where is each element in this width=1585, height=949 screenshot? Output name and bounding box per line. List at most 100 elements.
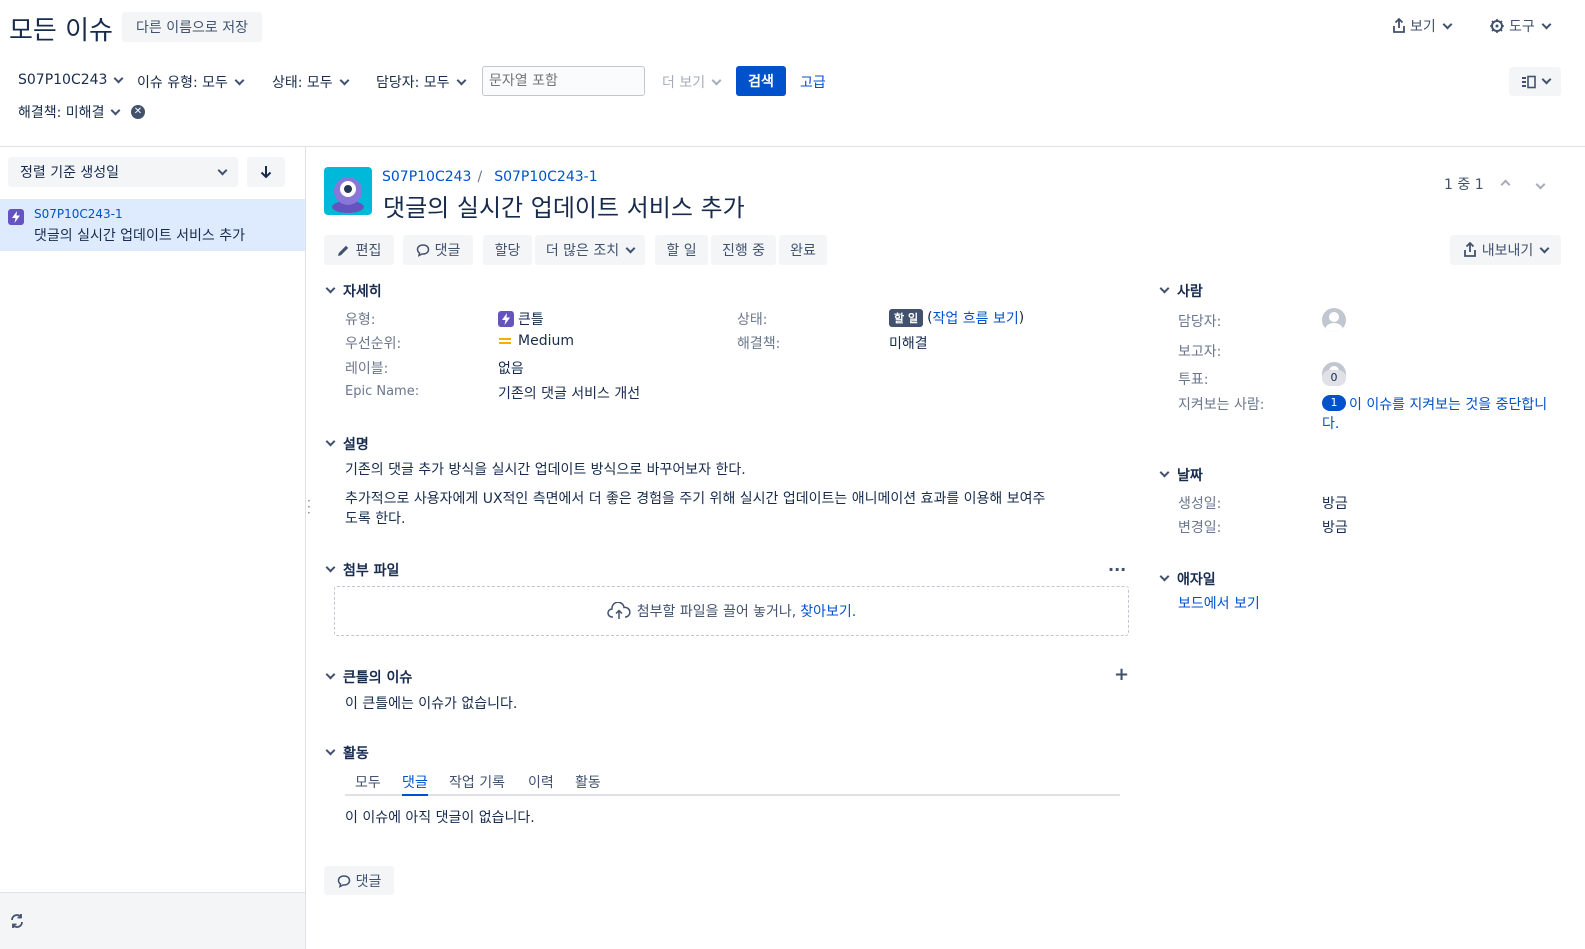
export-button[interactable]: 내보내기 xyxy=(1450,235,1561,265)
search-button[interactable]: 검색 xyxy=(736,66,786,96)
arrow-down-icon xyxy=(260,166,272,179)
status-filter[interactable]: 상태: 모두 xyxy=(272,72,350,92)
reporter-label: 보고자: xyxy=(1178,344,1222,360)
assignee-filter[interactable]: 담당자: 모두 xyxy=(376,72,467,92)
activity-tabs: 모두 댓글 작업 기록 이력 활동 xyxy=(345,772,1120,796)
comment-icon xyxy=(416,244,429,257)
more-filters[interactable]: 더 보기 xyxy=(662,72,722,92)
previous-issue-button[interactable] xyxy=(1500,176,1514,190)
dates-section-toggle[interactable]: 날짜 xyxy=(1159,465,1203,485)
watchers-label: 지켜보는 사람: xyxy=(1178,397,1265,413)
view-on-board-link[interactable]: 보드에서 보기 xyxy=(1178,593,1260,613)
export-label: 내보내기 xyxy=(1481,243,1534,259)
watchers-badge[interactable]: 1 xyxy=(1322,395,1346,411)
attachments-more-icon[interactable]: ··· xyxy=(1108,560,1126,579)
share-icon xyxy=(1393,18,1405,33)
epic-issues-empty: 이 큰틀에는 이슈가 없습니다. xyxy=(345,696,518,712)
description-section-title: 설명 xyxy=(343,437,369,453)
tab-work-log[interactable]: 작업 기록 xyxy=(449,772,505,792)
created-label: 생성일: xyxy=(1178,496,1222,512)
status-filter-label: 상태: 모두 xyxy=(272,75,333,91)
details-section-title: 자세히 xyxy=(343,284,382,300)
sidebar-footer xyxy=(0,892,305,949)
sort-label: 정렬 기준 생성일 xyxy=(20,165,120,181)
dropzone-text: 첨부할 파일을 끌어 놓거나, xyxy=(636,604,797,620)
votes-badge[interactable]: 0 xyxy=(1322,370,1346,386)
pencil-icon xyxy=(337,245,348,256)
pager-text: 1 중 1 xyxy=(1444,177,1484,193)
agile-section-toggle[interactable]: 애자일 xyxy=(1159,569,1216,589)
project-avatar xyxy=(324,167,372,215)
more-filters-label: 더 보기 xyxy=(662,75,706,91)
labels-label: 레이블: xyxy=(345,361,389,377)
in-progress-button[interactable]: 진행 중 xyxy=(711,235,776,265)
comment-icon xyxy=(337,874,350,888)
sort-dropdown[interactable]: 정렬 기준 생성일 xyxy=(8,157,238,187)
agile-section-title: 애자일 xyxy=(1177,572,1216,588)
assign-button[interactable]: 할당 xyxy=(483,235,532,265)
resize-handle[interactable]: · · · xyxy=(307,495,311,519)
epic-icon xyxy=(8,209,24,225)
tab-activity[interactable]: 활동 xyxy=(575,772,601,792)
sort-direction-button[interactable] xyxy=(247,157,285,187)
type-value: 큰틀 xyxy=(498,309,544,329)
priority-value-text: Medium xyxy=(518,333,574,349)
votes-label: 투표: xyxy=(1178,372,1209,388)
stop-watching-link[interactable]: 이 이슈를 지켜보는 것을 중단합니 xyxy=(1349,394,1547,414)
priority-medium-icon xyxy=(499,338,511,344)
project-filter[interactable]: S07P10C243 xyxy=(18,72,124,88)
tab-comments[interactable]: 댓글 xyxy=(402,772,428,796)
resolution-filter[interactable]: 해결책: 미해결 xyxy=(18,102,121,122)
status-label: 상태: xyxy=(737,312,768,328)
resolution-filter-label: 해결책: 미해결 xyxy=(18,105,105,121)
comment-label: 댓글 xyxy=(434,243,461,259)
view-workflow-link[interactable]: 작업 흐름 보기 xyxy=(933,308,1019,328)
tab-all[interactable]: 모두 xyxy=(355,772,381,792)
attachment-dropzone[interactable]: 첨부할 파일을 끌어 놓거나, 찾아보기. xyxy=(334,586,1129,636)
view-button[interactable]: 보기 xyxy=(1392,16,1453,36)
epic-name-value: 기존의 댓글 서비스 개선 xyxy=(498,386,641,402)
list-item-key[interactable]: S07P10C243-1 xyxy=(34,207,123,221)
details-section-toggle[interactable]: 자세히 xyxy=(325,281,382,301)
cloud-upload-icon xyxy=(607,602,631,619)
stop-watching-link-wrap[interactable]: 다. xyxy=(1322,413,1339,433)
assignee-label: 담당자: xyxy=(1178,314,1222,330)
epic-name-label: Epic Name: xyxy=(345,384,420,399)
breadcrumb-project[interactable]: S07P10C243 xyxy=(382,169,471,185)
layout-switcher-button[interactable] xyxy=(1509,67,1561,96)
breadcrumb-separator: / xyxy=(477,169,483,185)
attachments-section-toggle[interactable]: 첨부 파일 xyxy=(325,560,399,580)
issue-type-filter[interactable]: 이슈 유형: 모두 xyxy=(137,72,245,92)
browse-files-link[interactable]: 찾아보기. xyxy=(800,601,856,621)
description-paragraph-2-line-1: 추가적으로 사용자에게 UX적인 측면에서 더 좋은 경험을 주기 위해 실시간… xyxy=(345,491,1046,507)
activity-section-toggle[interactable]: 활동 xyxy=(325,743,369,763)
list-item[interactable]: S07P10C243-1 댓글의 실시간 업데이트 서비스 추가 xyxy=(0,199,305,251)
description-section-toggle[interactable]: 설명 xyxy=(325,434,369,454)
save-as-button[interactable]: 다른 이름으로 저장 xyxy=(122,12,262,42)
tools-label: 도구 xyxy=(1509,19,1535,35)
assignee-avatar[interactable] xyxy=(1322,308,1346,332)
epic-icon xyxy=(498,311,514,327)
export-icon xyxy=(1463,242,1476,257)
description-paragraph-2-line-2: 도록 한다. xyxy=(345,511,406,527)
epic-issues-section-toggle[interactable]: 큰틀의 이슈 xyxy=(325,667,412,687)
text-search-input[interactable] xyxy=(482,66,645,96)
comment-button[interactable]: 댓글 xyxy=(403,235,473,265)
breadcrumb-issue-key[interactable]: S07P10C243-1 xyxy=(494,169,597,185)
clear-filter-icon[interactable]: ✕ xyxy=(131,105,145,119)
edit-button[interactable]: 편집 xyxy=(324,235,394,265)
done-button[interactable]: 완료 xyxy=(779,235,827,265)
resolution-label: 해결책: xyxy=(737,336,781,352)
issue-title: 댓글의 실시간 업데이트 서비스 추가 xyxy=(383,194,745,222)
add-issue-icon[interactable]: + xyxy=(1114,664,1129,685)
add-comment-button[interactable]: 댓글 xyxy=(324,866,394,895)
advanced-link[interactable]: 고급 xyxy=(800,72,826,92)
people-section-toggle[interactable]: 사람 xyxy=(1159,281,1203,301)
tab-history[interactable]: 이력 xyxy=(528,772,554,792)
refresh-icon[interactable] xyxy=(9,913,25,929)
todo-button[interactable]: 할 일 xyxy=(655,235,708,265)
next-issue-button[interactable] xyxy=(1535,176,1549,190)
tools-button[interactable]: 도구 xyxy=(1489,16,1552,36)
project-filter-label: S07P10C243 xyxy=(18,72,108,88)
more-actions-button[interactable]: 더 많은 조치 xyxy=(535,235,645,265)
